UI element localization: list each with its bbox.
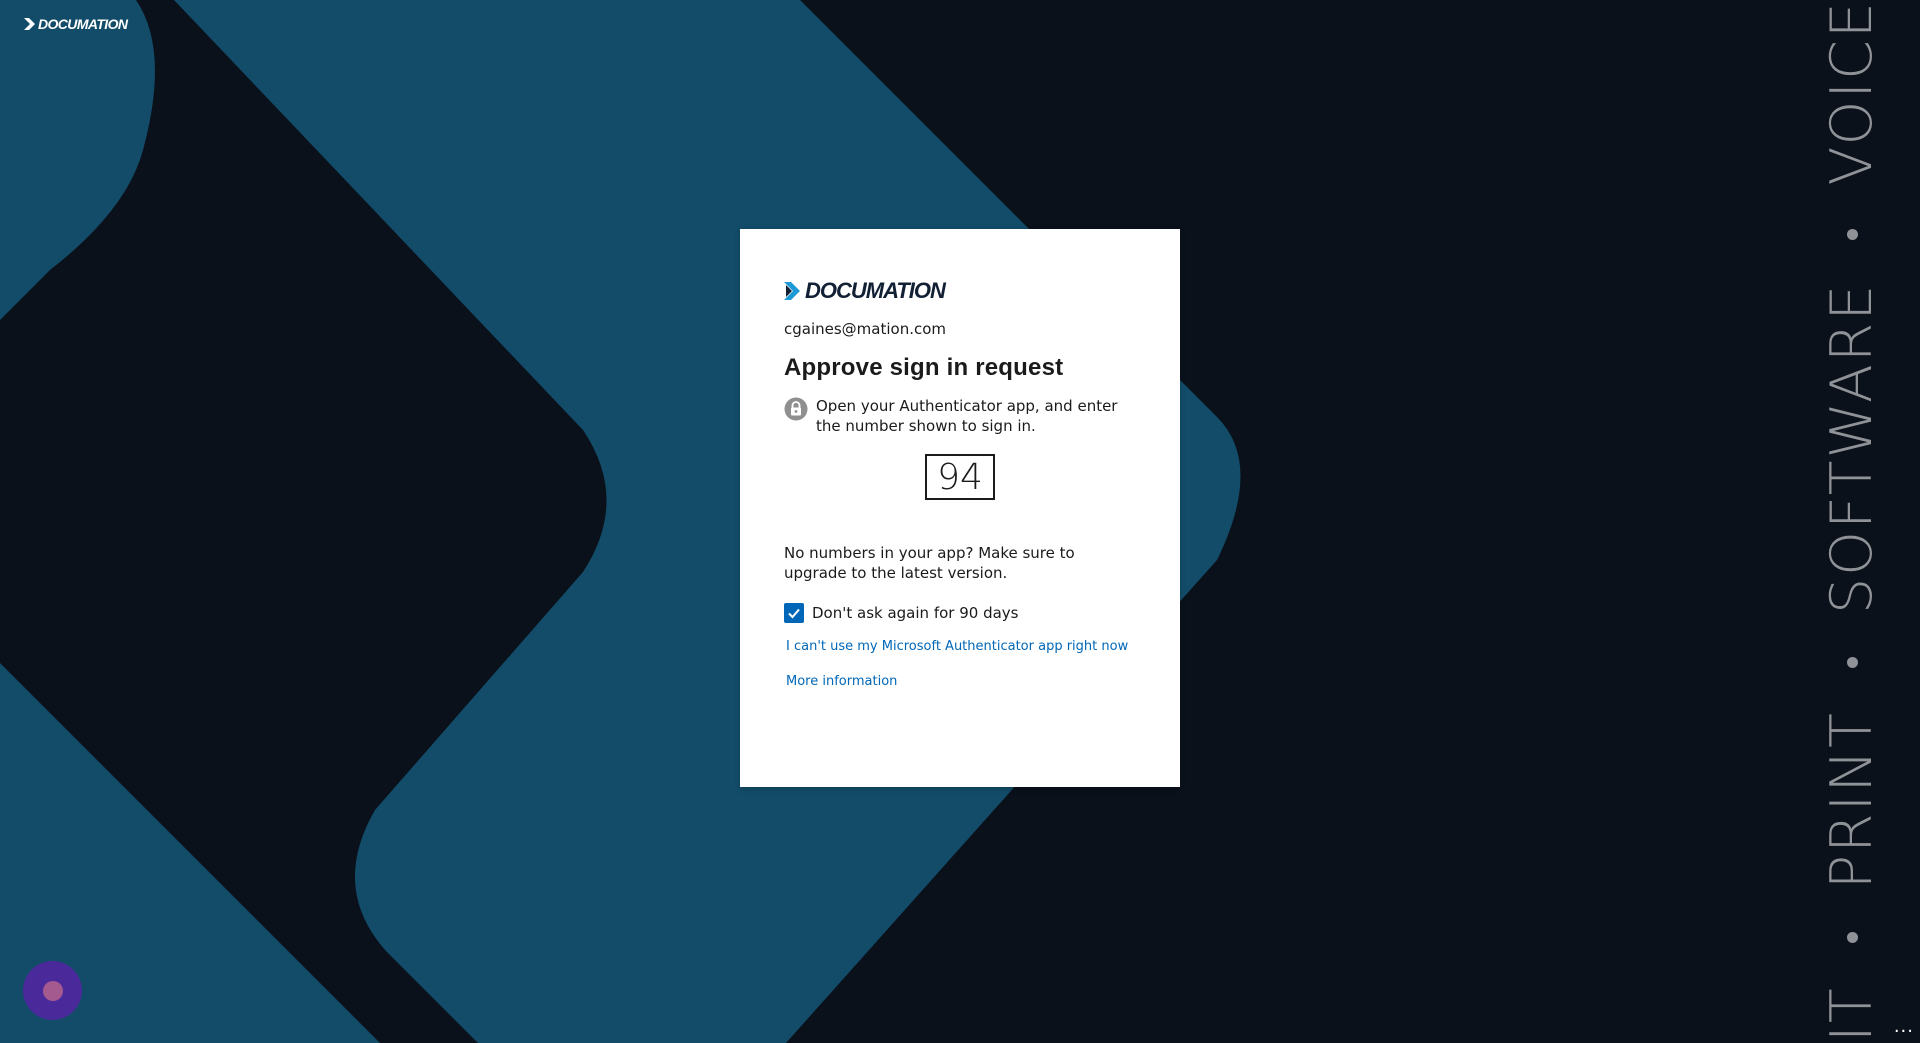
slogan-separator — [1846, 932, 1858, 944]
slogan-item-print: PRINT — [1819, 711, 1885, 890]
logo-chevron-icon — [24, 18, 35, 30]
more-information-link[interactable]: More information — [786, 674, 1136, 689]
logo-chevron-icon — [784, 282, 800, 300]
cant-use-authenticator-link[interactable]: I can't use my Microsoft Authenticator a… — [786, 639, 1136, 654]
lock-icon — [784, 397, 808, 421]
instruction-row: Open your Authenticator app, and enter t… — [784, 396, 1136, 436]
sign-in-card: DOCUMATION cgaines@mation.com Approve si… — [740, 229, 1180, 787]
slogan-separator — [1846, 228, 1858, 240]
header-logo-text: DOCUMATION — [38, 16, 128, 32]
dont-ask-checkbox[interactable] — [784, 603, 804, 623]
slogan-item-software: SOFTWARE — [1819, 282, 1885, 615]
account-email: cgaines@mation.com — [784, 320, 947, 338]
card-logo: DOCUMATION — [784, 278, 1136, 303]
card-logo-text: DOCUMATION — [805, 278, 946, 303]
slogan-separator — [1846, 657, 1858, 669]
sign-in-number: 94 — [925, 454, 995, 500]
header-logo: DOCUMATION — [24, 15, 128, 33]
side-slogan: IT PRINT SOFTWARE VOICE — [1819, 0, 1885, 1042]
slogan-item-it: IT — [1819, 986, 1885, 1042]
more-options-button[interactable]: ... — [1894, 1016, 1914, 1037]
chat-launcher-button[interactable] — [23, 961, 82, 1020]
instruction-text: Open your Authenticator app, and enter t… — [816, 397, 1118, 435]
checkmark-icon — [788, 608, 800, 619]
slogan-item-voice: VOICE — [1819, 0, 1885, 186]
upgrade-hint: No numbers in your app? Make sure to upg… — [784, 544, 1075, 582]
page-title: Approve sign in request — [784, 354, 1064, 381]
chat-launcher-icon — [42, 980, 63, 1001]
remember-row[interactable]: Don't ask again for 90 days — [784, 603, 1136, 623]
dont-ask-label[interactable]: Don't ask again for 90 days — [812, 604, 1018, 622]
number-container: 94 — [784, 454, 1136, 500]
